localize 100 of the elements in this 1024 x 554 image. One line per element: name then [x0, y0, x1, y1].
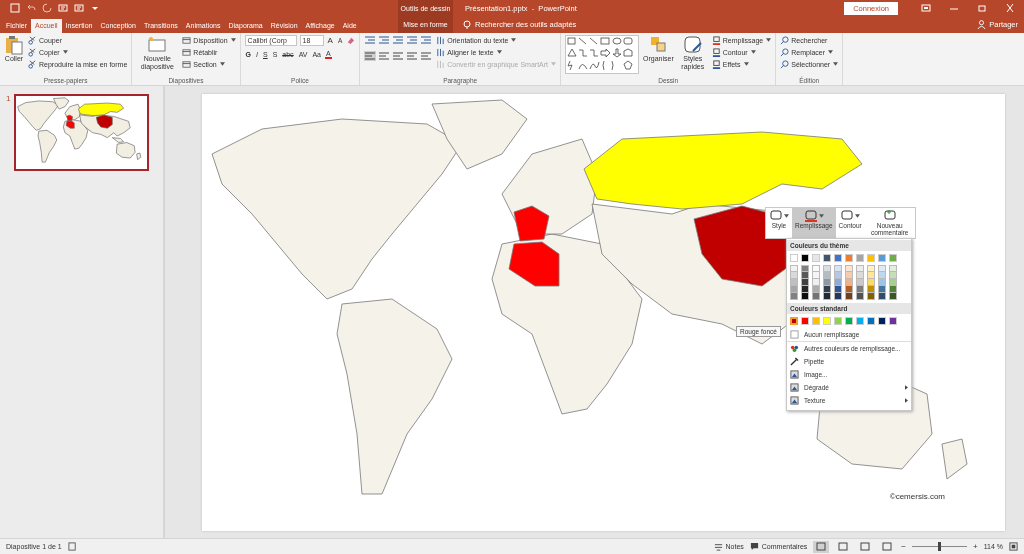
color-swatch[interactable] — [889, 272, 897, 279]
color-swatch[interactable] — [823, 265, 831, 272]
color-swatch[interactable] — [845, 272, 853, 279]
color-swatch[interactable] — [845, 279, 853, 286]
align-center-icon[interactable] — [378, 51, 391, 61]
color-swatch[interactable] — [823, 272, 831, 279]
close-icon[interactable] — [1005, 4, 1015, 12]
color-swatch[interactable] — [889, 254, 897, 262]
text-direction-icon — [436, 35, 446, 45]
color-swatch[interactable] — [790, 293, 798, 300]
justify-icon[interactable] — [406, 51, 419, 61]
color-swatch[interactable] — [867, 317, 875, 325]
zoom-in-button[interactable]: + — [973, 542, 978, 551]
color-swatch[interactable] — [889, 317, 897, 325]
maximize-icon[interactable] — [977, 4, 987, 12]
color-swatch[interactable] — [801, 317, 809, 325]
zoom-slider-thumb[interactable] — [938, 542, 942, 551]
color-swatch[interactable] — [878, 293, 886, 300]
numbering-icon[interactable] — [378, 35, 391, 45]
color-swatch[interactable] — [867, 254, 875, 262]
color-swatch[interactable] — [801, 272, 809, 279]
color-swatch[interactable] — [856, 279, 864, 286]
zoom-out-button[interactable]: − — [901, 542, 906, 551]
caret-icon — [818, 214, 824, 218]
color-swatch[interactable] — [856, 293, 864, 300]
color-swatch[interactable] — [889, 293, 897, 300]
color-swatch[interactable] — [790, 272, 798, 279]
color-swatch[interactable] — [856, 286, 864, 293]
color-swatch[interactable] — [878, 265, 886, 272]
scissors-icon — [28, 35, 37, 45]
bullets-icon[interactable] — [364, 35, 377, 45]
color-swatch[interactable] — [889, 279, 897, 286]
undo-icon[interactable] — [26, 3, 36, 13]
save-icon[interactable] — [10, 3, 20, 13]
color-swatch[interactable] — [856, 272, 864, 279]
color-swatch[interactable] — [812, 265, 820, 272]
color-swatch[interactable] — [790, 265, 798, 272]
slide-thumbnail[interactable] — [14, 94, 150, 171]
color-swatch[interactable] — [845, 254, 853, 262]
redo-icon[interactable] — [42, 3, 52, 13]
color-swatch[interactable] — [845, 286, 853, 293]
color-swatch[interactable] — [867, 286, 875, 293]
color-swatch[interactable] — [878, 279, 886, 286]
color-swatch[interactable] — [834, 286, 842, 293]
color-swatch[interactable] — [812, 317, 820, 325]
color-swatch[interactable] — [867, 279, 875, 286]
color-swatch[interactable] — [878, 317, 886, 325]
color-swatch[interactable] — [834, 317, 842, 325]
slide-number: 1 — [6, 94, 11, 105]
color-swatch[interactable] — [801, 279, 809, 286]
fit-slide-icon[interactable] — [1009, 542, 1018, 551]
color-swatch[interactable] — [823, 286, 831, 293]
color-swatch[interactable] — [867, 293, 875, 300]
comment-icon — [749, 542, 759, 551]
color-swatch[interactable] — [812, 279, 820, 286]
color-swatch[interactable] — [834, 272, 842, 279]
color-swatch[interactable] — [845, 293, 853, 300]
color-swatch[interactable] — [889, 265, 897, 272]
caret-icon — [743, 62, 749, 66]
notes-icon — [713, 542, 723, 551]
color-swatch[interactable] — [812, 254, 820, 262]
color-swatch[interactable] — [845, 265, 853, 272]
color-swatch[interactable] — [856, 254, 864, 262]
color-swatch[interactable] — [823, 317, 831, 325]
color-swatch[interactable] — [801, 293, 809, 300]
color-swatch[interactable] — [823, 279, 831, 286]
caret-icon — [784, 214, 789, 218]
caret-icon — [766, 38, 772, 42]
color-swatch[interactable] — [834, 265, 842, 272]
color-swatch[interactable] — [812, 272, 820, 279]
color-swatch[interactable] — [812, 293, 820, 300]
align-right-icon[interactable] — [392, 51, 405, 61]
columns-icon[interactable] — [420, 51, 433, 61]
color-swatch[interactable] — [790, 254, 798, 262]
color-swatch[interactable] — [856, 265, 864, 272]
image-icon — [790, 370, 799, 379]
color-swatch[interactable] — [801, 286, 809, 293]
color-swatch[interactable] — [823, 254, 831, 262]
color-swatch[interactable] — [823, 293, 831, 300]
color-swatch[interactable] — [801, 265, 809, 272]
color-swatch[interactable] — [801, 254, 809, 262]
font-size-button[interactable]: A — [326, 36, 334, 45]
color-swatch[interactable] — [790, 286, 798, 293]
color-swatch[interactable] — [878, 286, 886, 293]
color-swatch[interactable] — [889, 286, 897, 293]
eraser-icon[interactable] — [346, 36, 356, 45]
color-swatch[interactable] — [790, 317, 798, 325]
align-left-icon[interactable] — [364, 51, 377, 61]
color-swatch[interactable] — [878, 272, 886, 279]
color-swatch[interactable] — [834, 293, 842, 300]
color-swatch[interactable] — [867, 265, 875, 272]
color-swatch[interactable] — [834, 254, 842, 262]
color-swatch[interactable] — [790, 279, 798, 286]
color-swatch[interactable] — [834, 279, 842, 286]
color-swatch[interactable] — [856, 317, 864, 325]
color-swatch[interactable] — [845, 317, 853, 325]
color-swatch[interactable] — [878, 254, 886, 262]
color-swatch[interactable] — [867, 272, 875, 279]
shape-gallery[interactable] — [565, 35, 640, 74]
color-swatch[interactable] — [812, 286, 820, 293]
